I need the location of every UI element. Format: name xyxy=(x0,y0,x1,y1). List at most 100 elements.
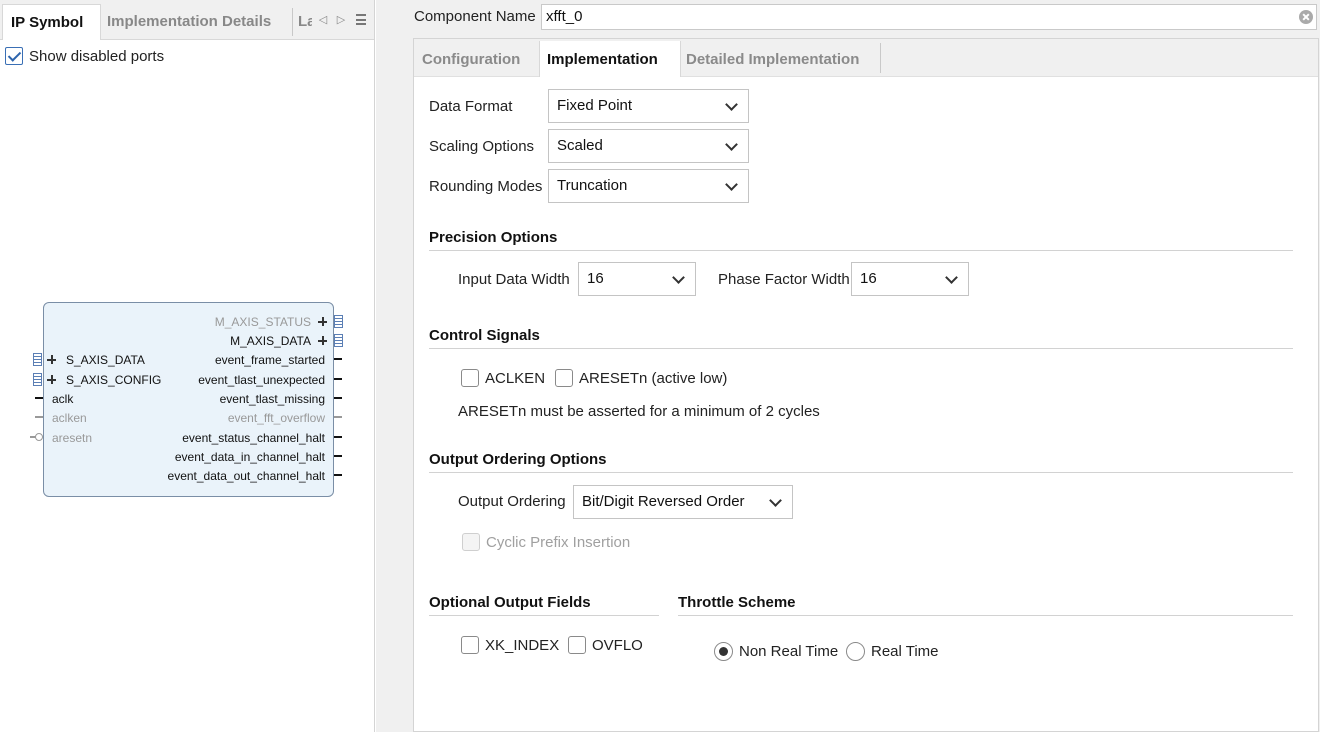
port-aclk: aclk xyxy=(52,392,74,406)
left-tab-bar: IP Symbol Implementation Details La ◁ ▷ xyxy=(0,0,374,40)
port-aresetn: aresetn xyxy=(52,431,93,445)
port-m-axis-data: M_AXIS_DATA xyxy=(230,334,311,348)
real-time-radio[interactable] xyxy=(846,642,865,661)
tab-implementation[interactable]: Implementation xyxy=(539,41,681,77)
tab-ip-symbol[interactable]: IP Symbol xyxy=(2,4,101,40)
tab-divider xyxy=(292,8,293,36)
expand-plus-icon[interactable] xyxy=(318,317,327,326)
tab-scroll-left-icon[interactable]: ◁ xyxy=(316,10,330,30)
output-pin xyxy=(334,436,342,438)
rounding-modes-value: Truncation xyxy=(557,177,628,194)
port-aclken: aclken xyxy=(52,411,87,425)
customization-pane: Component Name xfft_0 Configuration Impl… xyxy=(376,0,1320,732)
section-divider xyxy=(429,615,659,616)
output-ordering-title: Output Ordering Options xyxy=(429,451,607,468)
cyclic-prefix-checkbox xyxy=(462,533,480,551)
show-disabled-ports-label: Show disabled ports xyxy=(29,47,165,65)
output-pin xyxy=(334,474,342,476)
settings-frame: Configuration Implementation Detailed Im… xyxy=(413,38,1319,732)
chevron-down-icon xyxy=(725,98,738,111)
section-divider xyxy=(678,615,1293,616)
output-ordering-label: Output Ordering xyxy=(458,493,566,510)
component-name-field[interactable]: xfft_0 xyxy=(541,4,1317,30)
xk-index-checkbox[interactable] xyxy=(461,636,479,654)
chevron-down-icon xyxy=(945,271,958,284)
reset-pin-icon xyxy=(35,433,43,441)
aclken-label[interactable]: ACLKEN xyxy=(485,370,545,387)
section-divider xyxy=(429,348,1293,349)
output-ordering-select[interactable]: Bit/Digit Reversed Order xyxy=(573,485,793,519)
show-disabled-ports-checkbox[interactable]: Show disabled ports xyxy=(5,46,164,66)
expand-plus-icon[interactable] xyxy=(318,336,327,345)
input-pin-disabled xyxy=(30,436,36,438)
tab-menu-icon[interactable] xyxy=(352,10,370,30)
rounding-modes-select[interactable]: Truncation xyxy=(548,169,749,203)
phase-factor-width-select[interactable]: 16 xyxy=(851,262,969,296)
port-event-frame-started: event_frame_started xyxy=(214,353,325,367)
non-real-time-label[interactable]: Non Real Time xyxy=(739,643,838,660)
phase-factor-width-value: 16 xyxy=(860,270,877,287)
aresetn-note: ARESETn must be asserted for a minimum o… xyxy=(458,403,820,420)
tab-divider xyxy=(880,43,881,73)
port-s-axis-data: S_AXIS_DATA xyxy=(66,353,145,367)
tab-implementation-details[interactable]: Implementation Details xyxy=(107,4,285,40)
chevron-down-icon xyxy=(725,138,738,151)
scaling-options-select[interactable]: Scaled xyxy=(548,129,749,163)
input-data-width-label: Input Data Width xyxy=(458,271,570,288)
scaling-options-value: Scaled xyxy=(557,137,603,154)
section-divider xyxy=(429,472,1293,473)
data-format-label: Data Format xyxy=(429,98,513,115)
data-format-value: Fixed Point xyxy=(557,97,633,114)
tab-detailed-implementation[interactable]: Detailed Implementation xyxy=(686,41,882,77)
bus-interface-icon xyxy=(334,334,343,347)
expand-plus-icon[interactable] xyxy=(47,355,56,364)
ovflo-checkbox[interactable] xyxy=(568,636,586,654)
tab-layout[interactable]: La xyxy=(298,4,312,40)
optional-output-fields-title: Optional Output Fields xyxy=(429,594,591,611)
output-pin xyxy=(334,455,342,457)
input-pin-disabled xyxy=(35,416,43,418)
expand-plus-icon[interactable] xyxy=(47,375,56,384)
section-divider xyxy=(429,250,1293,251)
tab-configuration[interactable]: Configuration xyxy=(422,41,540,77)
aresetn-label[interactable]: ARESETn (active low) xyxy=(579,370,727,387)
port-s-axis-config: S_AXIS_CONFIG xyxy=(66,373,162,387)
aclken-checkbox[interactable] xyxy=(461,369,479,387)
clear-icon[interactable] xyxy=(1299,10,1313,24)
output-pin xyxy=(334,378,342,380)
scaling-options-label: Scaling Options xyxy=(429,138,535,155)
bus-interface-icon xyxy=(33,353,42,366)
chevron-down-icon xyxy=(725,178,738,191)
port-event-fft-overflow: event_fft_overflow xyxy=(227,411,325,425)
xk-index-label[interactable]: XK_INDEX xyxy=(485,637,559,654)
port-event-tlast-missing: event_tlast_missing xyxy=(219,392,325,406)
input-pin xyxy=(35,397,43,399)
output-pin xyxy=(334,397,342,399)
output-pin-disabled xyxy=(334,416,342,418)
bus-interface-icon xyxy=(33,373,42,386)
aresetn-checkbox[interactable] xyxy=(555,369,573,387)
port-event-data-out-channel-halt: event_data_out_channel_halt xyxy=(167,469,325,483)
ip-symbol-block: M_AXIS_STATUS M_AXIS_DATA event_frame_st… xyxy=(43,302,334,497)
component-name-label: Component Name xyxy=(414,8,536,25)
input-data-width-select[interactable]: 16 xyxy=(578,262,696,296)
data-format-select[interactable]: Fixed Point xyxy=(548,89,749,123)
cyclic-prefix-label: Cyclic Prefix Insertion xyxy=(486,534,631,551)
chevron-down-icon xyxy=(672,271,685,284)
checkbox-checked-icon[interactable] xyxy=(5,47,23,65)
control-signals-title: Control Signals xyxy=(429,327,540,344)
rounding-modes-label: Rounding Modes xyxy=(429,178,543,195)
implementation-panel: Data Format Fixed Point Scaling Options … xyxy=(414,77,1318,731)
port-m-axis-status: M_AXIS_STATUS xyxy=(214,315,311,329)
real-time-label[interactable]: Real Time xyxy=(871,643,939,660)
chevron-down-icon xyxy=(769,494,782,507)
throttle-scheme-title: Throttle Scheme xyxy=(678,594,796,611)
non-real-time-radio[interactable] xyxy=(714,642,733,661)
port-event-tlast-unexpected: event_tlast_unexpected xyxy=(198,373,325,387)
output-ordering-value: Bit/Digit Reversed Order xyxy=(582,493,745,510)
tab-scroll-right-icon[interactable]: ▷ xyxy=(334,10,348,30)
port-event-data-in-channel-halt: event_data_in_channel_halt xyxy=(174,450,325,464)
phase-factor-width-label: Phase Factor Width xyxy=(718,271,850,288)
ovflo-label[interactable]: OVFLO xyxy=(592,637,643,654)
bus-interface-icon xyxy=(334,315,343,328)
